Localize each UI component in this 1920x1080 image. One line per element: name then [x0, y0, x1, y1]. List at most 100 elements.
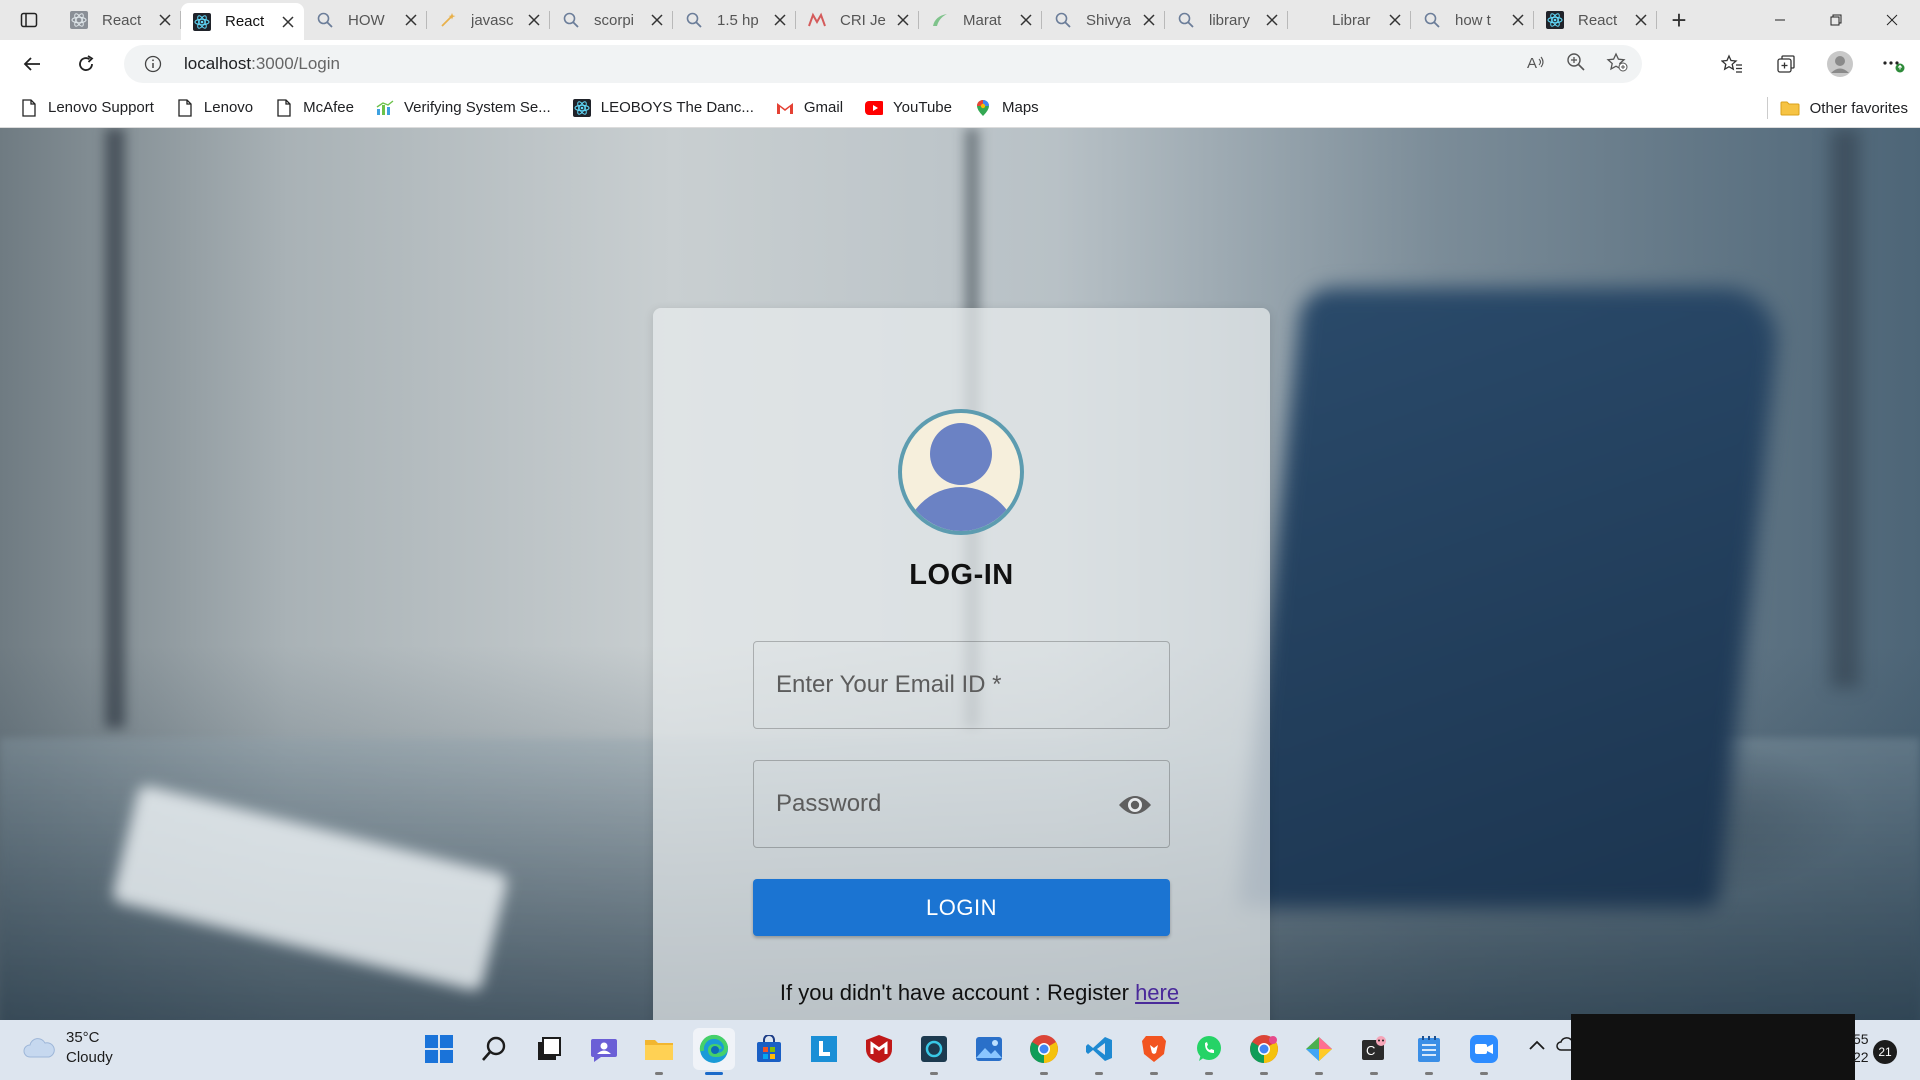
file-explorer-button[interactable]: [638, 1028, 680, 1075]
chrome-profile-button[interactable]: [1243, 1028, 1285, 1075]
other-favorites-button[interactable]: Other favorites: [1766, 88, 1908, 128]
close-tab-button[interactable]: [772, 12, 788, 28]
eye-icon: [1119, 796, 1151, 814]
favorite-link[interactable]: Maps: [974, 99, 1039, 117]
clock[interactable]: 55 22: [1853, 1030, 1869, 1066]
password-field[interactable]: [753, 760, 1170, 848]
favorite-link[interactable]: LEOBOYS The Danc...: [572, 98, 754, 117]
add-favorite-button[interactable]: [1606, 51, 1628, 77]
photos-button[interactable]: [968, 1028, 1010, 1070]
new-tab-button[interactable]: +: [1657, 0, 1701, 40]
close-tab-button[interactable]: [280, 14, 296, 30]
close-tab-button[interactable]: [649, 12, 665, 28]
browser-tab[interactable]: javasc: [427, 3, 550, 37]
read-aloud-button[interactable]: A: [1526, 53, 1546, 76]
close-window-button[interactable]: [1864, 0, 1920, 40]
taskbar-search-button[interactable]: [473, 1028, 515, 1070]
close-tab-button[interactable]: [157, 12, 173, 28]
collections-button[interactable]: [1768, 46, 1804, 82]
close-icon: [1020, 14, 1032, 26]
profile-button[interactable]: [1822, 46, 1858, 82]
brave-button[interactable]: [1133, 1028, 1175, 1075]
favorite-link[interactable]: Gmail: [776, 99, 843, 117]
favorite-link[interactable]: Lenovo Support: [20, 98, 154, 117]
settings-menu-button[interactable]: [1876, 46, 1912, 82]
close-tab-button[interactable]: [1387, 12, 1403, 28]
back-button[interactable]: [8, 44, 56, 84]
zoom-app-button[interactable]: [1463, 1028, 1505, 1075]
weather-widget[interactable]: 35°C Cloudy: [22, 1028, 113, 1068]
close-tab-button[interactable]: [1264, 12, 1280, 28]
refresh-button[interactable]: [62, 44, 110, 84]
notepad-button[interactable]: [1408, 1028, 1450, 1075]
edge-button[interactable]: [693, 1028, 735, 1075]
browser-tab[interactable]: CRI Je: [796, 3, 919, 37]
address-bar[interactable]: localhost:3000/Login A: [124, 45, 1642, 83]
browser-tab[interactable]: Librar: [1288, 3, 1411, 37]
taskbar-apps: C: [418, 1028, 1505, 1075]
close-tab-button[interactable]: [403, 12, 419, 28]
favorite-link[interactable]: Verifying System Se...: [376, 99, 551, 117]
browser-tab[interactable]: scorpi: [550, 3, 673, 37]
browser-tab[interactable]: library: [1165, 3, 1288, 37]
svg-text:A: A: [1527, 55, 1537, 71]
favorite-label: Lenovo: [203, 99, 254, 116]
git-client-button[interactable]: [1298, 1028, 1340, 1075]
url-host: localhost: [184, 54, 252, 73]
tab-actions-button[interactable]: [0, 0, 58, 40]
lenovo-vantage-button[interactable]: [803, 1028, 845, 1070]
teams-chat-button[interactable]: [583, 1028, 625, 1070]
mcafee-button[interactable]: [858, 1028, 900, 1070]
close-tab-button[interactable]: [1141, 12, 1157, 28]
close-tab-button[interactable]: [1018, 12, 1034, 28]
close-tab-button[interactable]: [1633, 12, 1649, 28]
weather-text: 35°C Cloudy: [66, 1028, 113, 1068]
notification-badge[interactable]: 21: [1873, 1040, 1897, 1064]
email-input[interactable]: [754, 642, 1169, 728]
browser-tab[interactable]: React: [181, 3, 304, 40]
whatsapp-button[interactable]: [1188, 1028, 1230, 1075]
alexa-button[interactable]: [913, 1028, 955, 1075]
close-tab-button[interactable]: [1510, 12, 1526, 28]
browser-tab[interactable]: React: [58, 3, 181, 37]
terminal-app-button[interactable]: C: [1353, 1028, 1395, 1075]
favorite-link[interactable]: YouTube: [865, 99, 952, 117]
info-icon[interactable]: [144, 55, 162, 73]
browser-tab[interactable]: HOW: [304, 3, 427, 37]
restore-icon: [1830, 14, 1842, 26]
browser-tab[interactable]: how t: [1411, 3, 1534, 37]
register-link[interactable]: here: [1135, 980, 1179, 1005]
react-icon: [1546, 11, 1564, 29]
chat-icon: [591, 1039, 617, 1062]
tab-title: Librar: [1332, 11, 1371, 29]
show-hidden-icons-button[interactable]: [1528, 1038, 1546, 1056]
search-icon: [562, 11, 580, 29]
favorite-link[interactable]: McAfee: [275, 98, 354, 117]
login-button[interactable]: LOGIN: [753, 879, 1170, 936]
close-tab-button[interactable]: [895, 12, 911, 28]
url-text[interactable]: localhost:3000/Login: [184, 54, 340, 74]
browser-tab[interactable]: Shivya: [1042, 3, 1165, 37]
browser-tab[interactable]: Marat: [919, 3, 1042, 37]
store-button[interactable]: [748, 1028, 790, 1070]
favorite-link[interactable]: Lenovo: [176, 98, 254, 117]
restore-button[interactable]: [1808, 0, 1864, 40]
browser-tab[interactable]: React: [1534, 3, 1657, 37]
edge-icon: [699, 1034, 729, 1063]
toolbar-right: [1714, 40, 1912, 88]
url-path: :3000/Login: [251, 54, 340, 73]
email-field[interactable]: [753, 641, 1170, 729]
start-button[interactable]: [418, 1028, 460, 1070]
minimize-button[interactable]: [1752, 0, 1808, 40]
password-input[interactable]: [754, 761, 1169, 847]
vscode-button[interactable]: [1078, 1028, 1120, 1075]
toggle-password-visibility-button[interactable]: [1117, 789, 1153, 821]
browser-tab[interactable]: 1.5 hp: [673, 3, 796, 37]
zoom-button[interactable]: [1566, 52, 1586, 77]
chrome-button[interactable]: [1023, 1028, 1065, 1075]
close-tab-button[interactable]: [526, 12, 542, 28]
blank-icon: [1300, 11, 1318, 29]
favorites-button[interactable]: [1714, 46, 1750, 82]
task-view-button[interactable]: [528, 1028, 570, 1070]
favorite-label: LEOBOYS The Danc...: [600, 99, 754, 116]
